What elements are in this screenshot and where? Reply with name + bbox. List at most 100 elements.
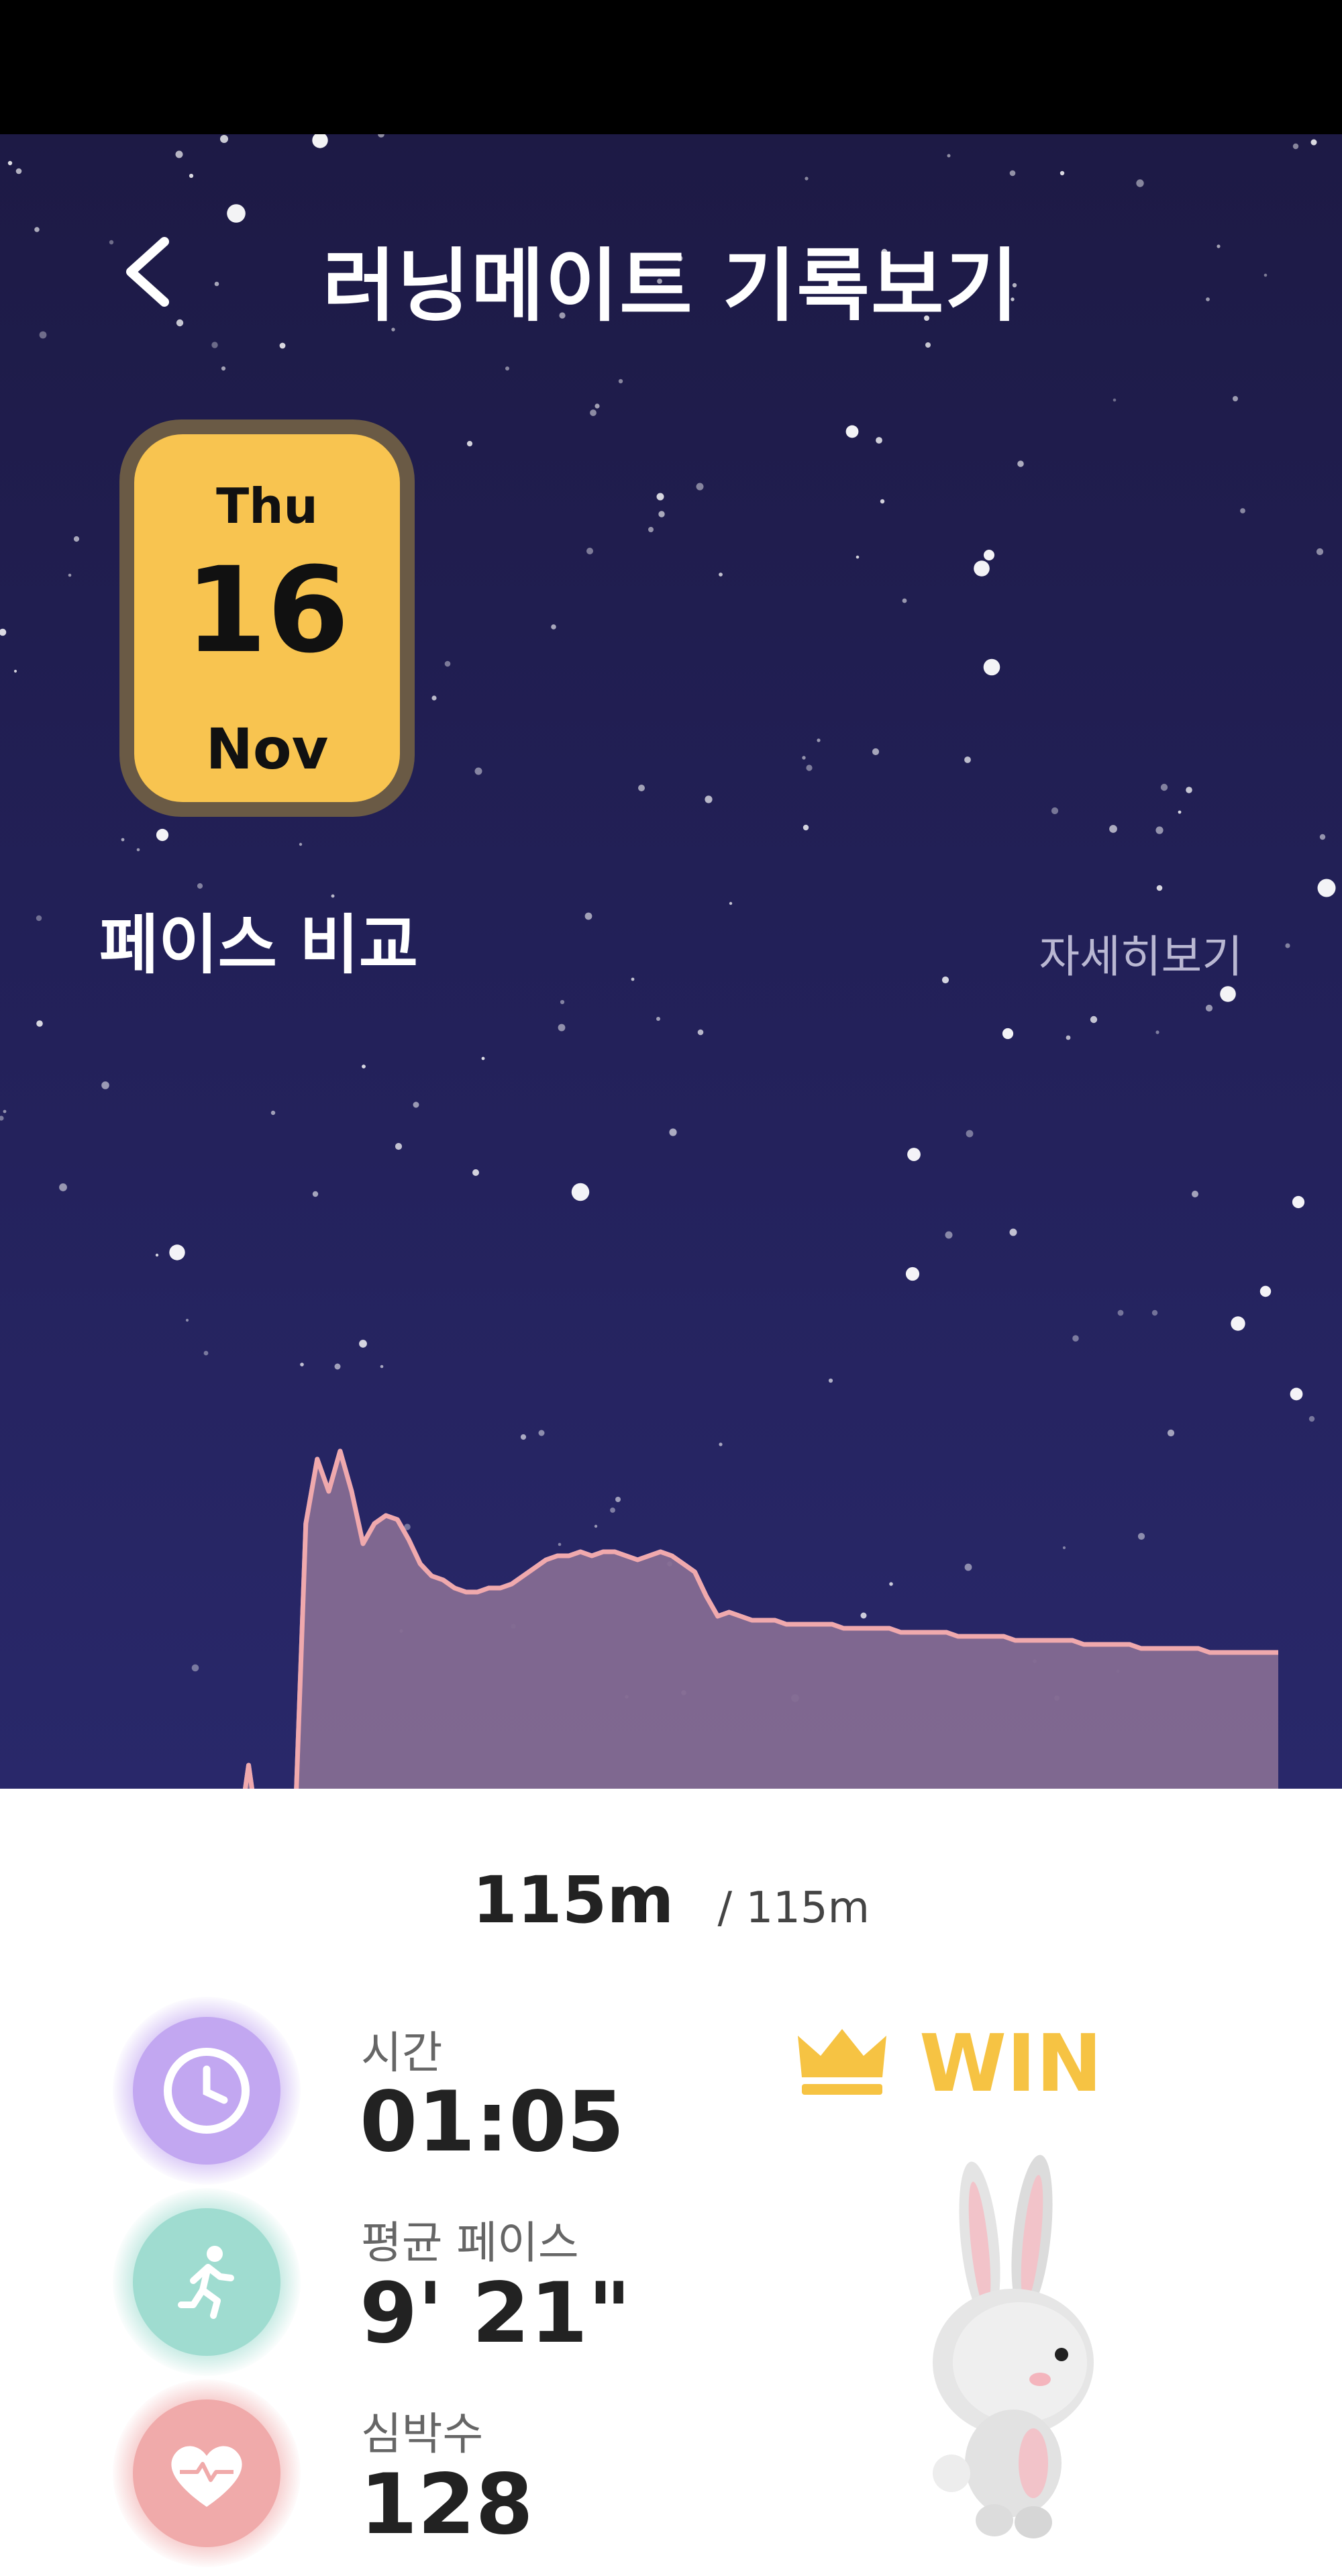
star [15,168,22,175]
date-weekday: Thu [216,478,318,534]
star [1292,143,1299,150]
star [1051,807,1059,815]
star [413,1101,419,1108]
bunny-character [933,2154,1094,2538]
page-title: 러닝메이트 기록보기 [322,240,1020,332]
star [279,342,286,349]
star [472,1169,479,1176]
star [1155,826,1164,834]
status-bar [0,0,1342,134]
heart-rate-value: 128 [360,2457,533,2553]
hero-section: 러닝메이트 기록보기 Thu 16 Nov 페이스 비교 자세히보기 [0,134,1342,1789]
pace-comparison-chart [242,1448,1278,1789]
star [590,409,597,416]
star [966,1130,974,1138]
star [876,437,882,444]
star [631,977,635,981]
star [1186,787,1192,793]
star [211,342,218,348]
star [595,403,600,409]
star [362,1064,366,1069]
star [984,550,994,560]
star [1310,139,1317,146]
star [696,483,704,491]
star [1017,460,1024,467]
star [902,598,907,603]
star [1113,398,1117,402]
star [1160,783,1168,791]
star [227,204,246,223]
star [312,134,328,148]
star [947,154,951,158]
star [551,624,556,630]
star [941,976,949,984]
star [189,173,194,179]
star [7,160,13,166]
star [558,1024,566,1032]
star [505,366,509,370]
star [656,1017,660,1021]
pace-icon-badge [133,2208,280,2356]
star [806,764,813,771]
time-value: 01:05 [360,2074,625,2171]
star [705,795,713,803]
star [270,1110,276,1116]
pace-compare-title: 페이스 비교 [99,907,419,983]
time-icon-badge [133,2017,280,2165]
star [974,560,990,577]
star [395,1142,403,1150]
star [729,901,733,905]
star [1109,825,1117,833]
star [474,767,482,775]
star [1233,396,1238,401]
star [803,824,809,831]
star [964,756,971,763]
date-day-number: 16 [185,542,350,679]
time-label: 시간 [361,2027,443,2079]
star [1319,834,1326,840]
heart-icon-badge [133,2399,280,2547]
date-month: Nov [205,716,329,782]
star [121,838,125,842]
star [59,1183,67,1191]
star [1060,170,1065,176]
star [466,440,473,447]
star [817,738,821,742]
view-details-link[interactable]: 자세히보기 [1039,921,1243,985]
star [1192,1191,1198,1197]
star [221,366,226,371]
star [1240,508,1245,513]
date-card: Thu 16 Nov [119,419,415,817]
pace-value: 9' 21" [360,2265,631,2362]
star [444,660,451,667]
star [299,842,303,846]
distance-total: / 115m [717,1883,870,1933]
clock-icon [164,2048,250,2134]
star [1292,1195,1305,1209]
star [845,425,859,438]
star [312,1191,319,1197]
star [1205,1004,1213,1012]
star [156,828,169,842]
star [68,573,72,577]
star [0,1116,4,1121]
star [220,135,228,143]
pace-label: 평균 페이스 [361,2217,579,2269]
star [1317,879,1336,897]
star [1156,885,1163,891]
star [3,1109,7,1113]
star [658,511,665,517]
star [431,695,437,701]
star [1316,548,1324,556]
star [1009,170,1016,177]
star [697,1029,704,1036]
star [1136,179,1144,187]
star [571,1183,590,1201]
star [1178,810,1182,814]
star [669,1128,677,1136]
star [0,628,7,636]
heart-rate-label: 심박수 [361,2408,484,2460]
distance-summary: 115m / 115m [0,1863,1342,1938]
star [925,342,931,348]
star [983,658,1000,676]
